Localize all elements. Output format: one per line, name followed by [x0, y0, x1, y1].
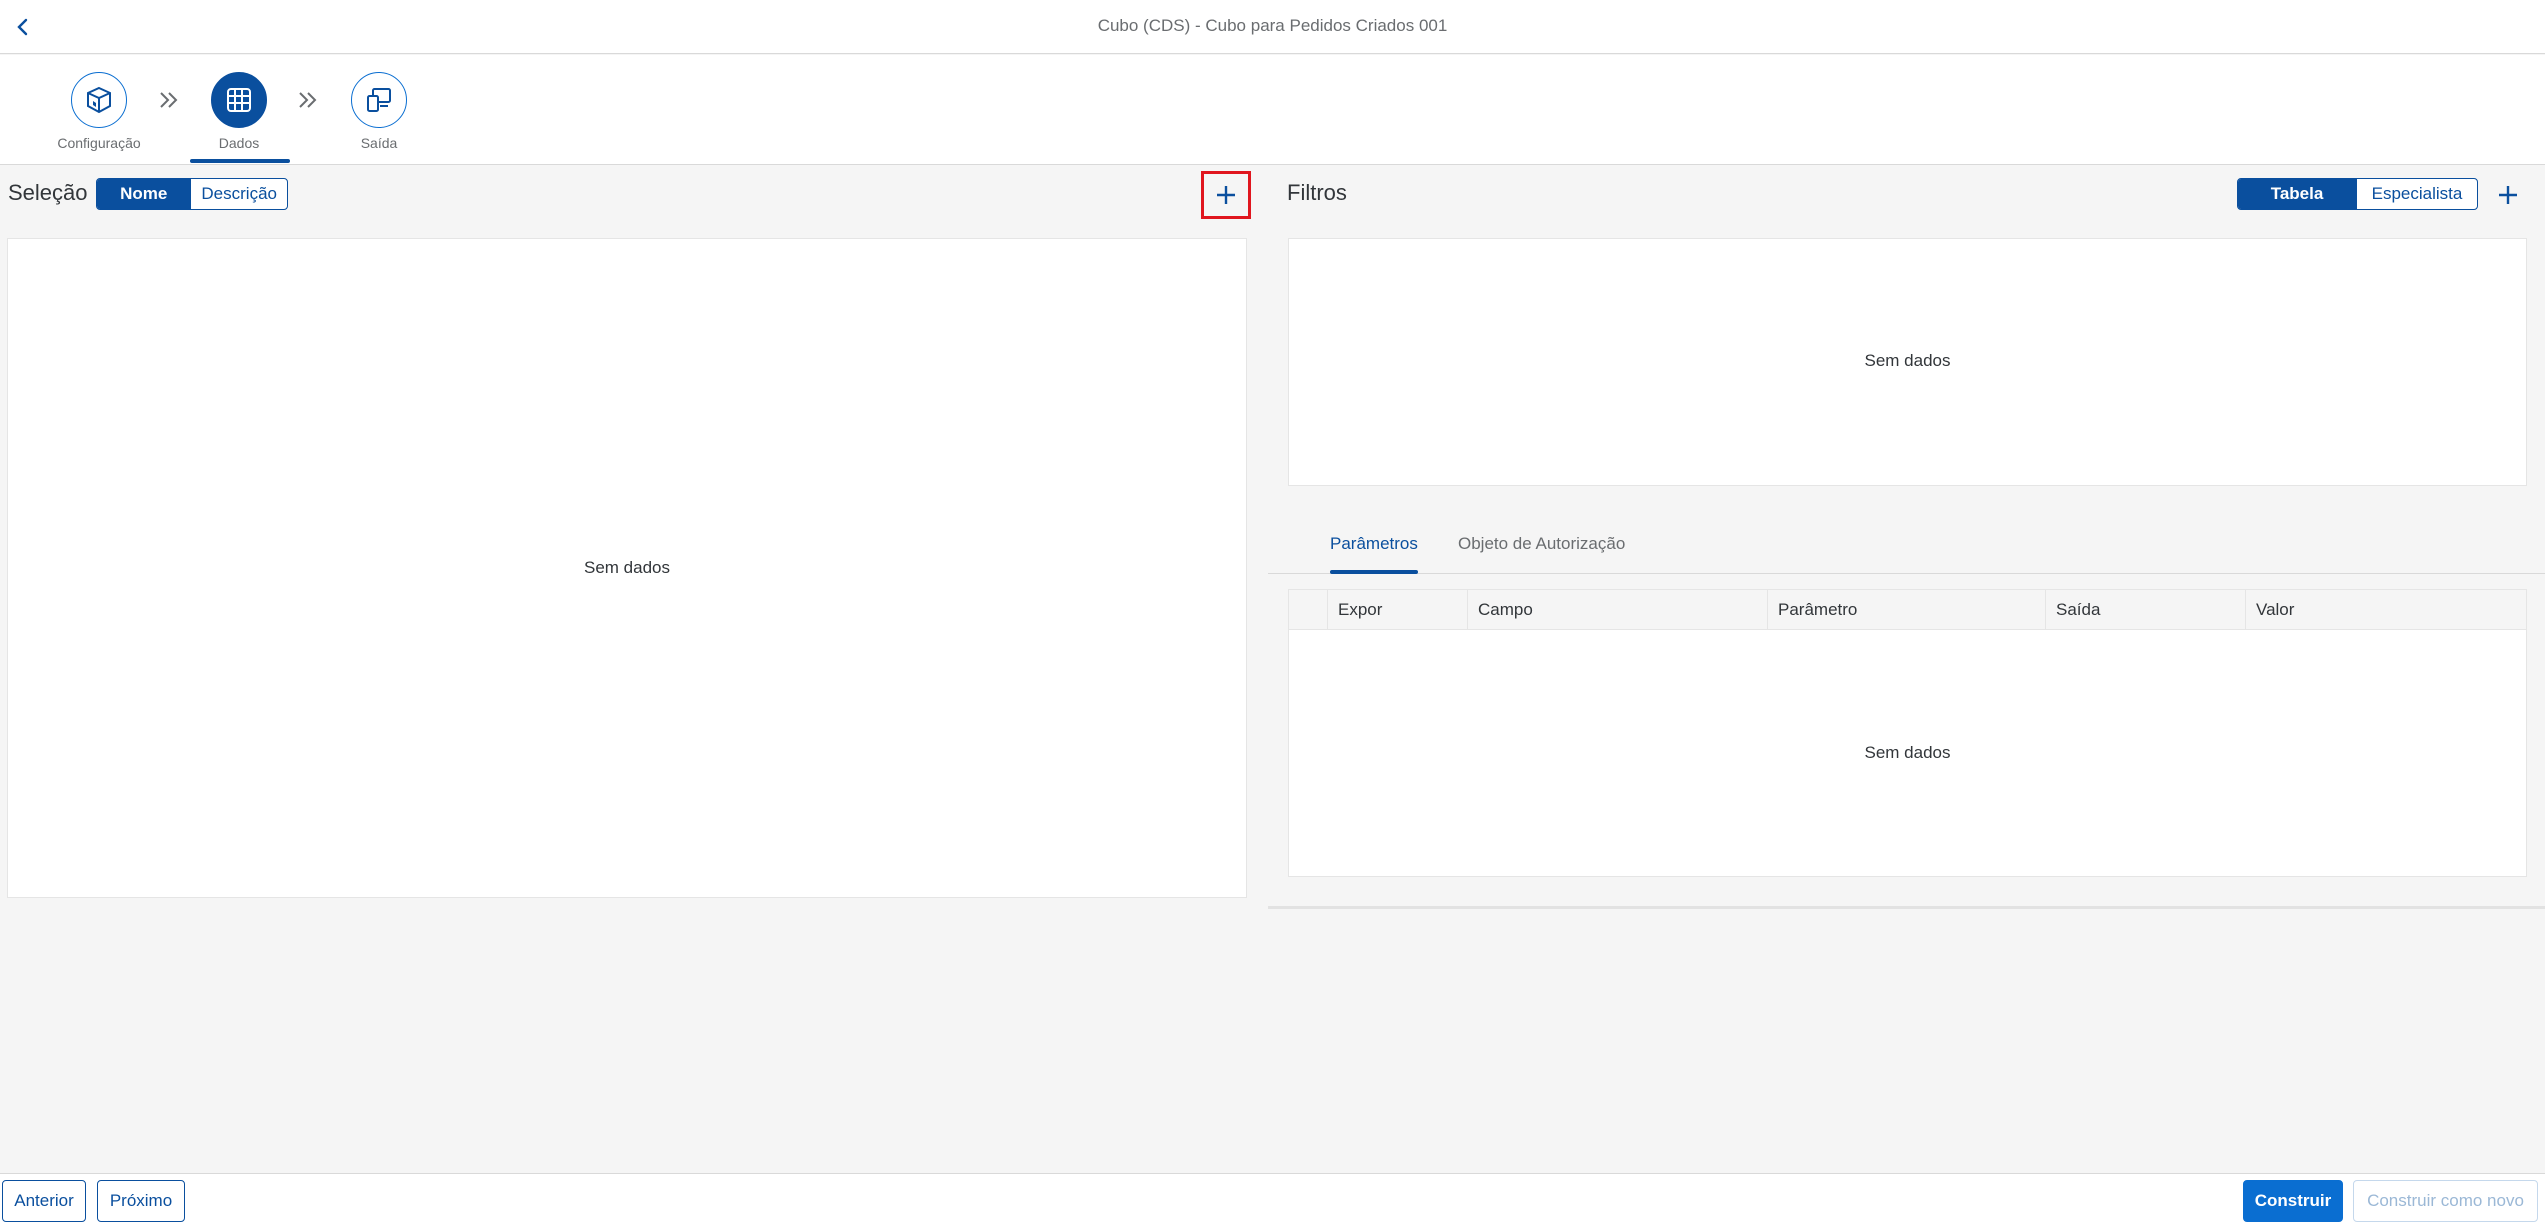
column-header[interactable]: Valor [2245, 590, 2526, 629]
plus-icon [1217, 186, 1235, 204]
page-title: Cubo (CDS) - Cubo para Pedidos Criados 0… [1097, 16, 1448, 35]
add-selection-button[interactable] [1201, 171, 1251, 219]
wizard-steps: Configuração Dados Saída [0, 55, 2545, 165]
tab-parametros[interactable]: Parâmetros [1330, 534, 1418, 554]
column-header[interactable]: Parâmetro [1767, 590, 2045, 629]
table-header: Expor Campo Parâmetro Saída Valor [1288, 589, 2527, 630]
step-saida[interactable]: Saída [319, 72, 439, 151]
toggle-especialista[interactable]: Especialista [2356, 179, 2477, 209]
app-header: Cubo (CDS) - Cubo para Pedidos Criados 0… [0, 0, 2545, 54]
column-header[interactable]: Expor [1327, 590, 1467, 629]
column-header[interactable]: Saída [2045, 590, 2245, 629]
plus-icon [2499, 186, 2517, 204]
selection-panel: Sem dados [7, 238, 1247, 898]
detail-tabs: Parâmetros Objeto de Autorização [1268, 512, 2545, 574]
step-configuracao[interactable]: Configuração [39, 72, 159, 151]
column-header[interactable]: Campo [1467, 590, 1767, 629]
selection-toggle: Nome Descrição [96, 178, 288, 210]
add-filter-button[interactable] [2483, 171, 2533, 219]
previous-button[interactable]: Anterior [2, 1180, 86, 1222]
double-chevron-right-icon [299, 92, 317, 108]
step-label: Dados [218, 135, 260, 151]
empty-message: Sem dados [1864, 351, 1951, 370]
next-button[interactable]: Próximo [97, 1180, 185, 1222]
active-tab-indicator [1330, 570, 1418, 574]
active-step-indicator [190, 159, 290, 163]
filters-toggle: Tabela Especialista [2237, 178, 2478, 210]
selection-title: Seleção [8, 180, 88, 205]
grid-icon [227, 88, 251, 112]
filters-panel: Sem dados [1288, 238, 2527, 486]
toggle-nome[interactable]: Nome [97, 179, 191, 209]
table-body: Sem dados [1288, 630, 2527, 877]
section-divider [1268, 906, 2545, 909]
step-label: Configuração [57, 135, 141, 151]
empty-message: Sem dados [584, 558, 670, 577]
build-as-new-button[interactable]: Construir como novo [2353, 1180, 2538, 1222]
tab-objeto-autorizacao[interactable]: Objeto de Autorização [1458, 534, 1625, 554]
filters-title: Filtros [1287, 180, 1347, 205]
double-chevron-right-icon [160, 92, 178, 108]
devices-icon [367, 88, 391, 112]
build-button[interactable]: Construir [2243, 1180, 2343, 1222]
step-dados[interactable]: Dados [179, 72, 299, 151]
cube-icon [87, 86, 111, 114]
toggle-descricao[interactable]: Descrição [190, 179, 287, 209]
toggle-tabela[interactable]: Tabela [2238, 179, 2356, 209]
step-label: Saída [360, 135, 398, 151]
empty-message: Sem dados [1864, 743, 1951, 762]
footer-toolbar: Anterior Próximo Construir Construir com… [0, 1173, 2545, 1226]
